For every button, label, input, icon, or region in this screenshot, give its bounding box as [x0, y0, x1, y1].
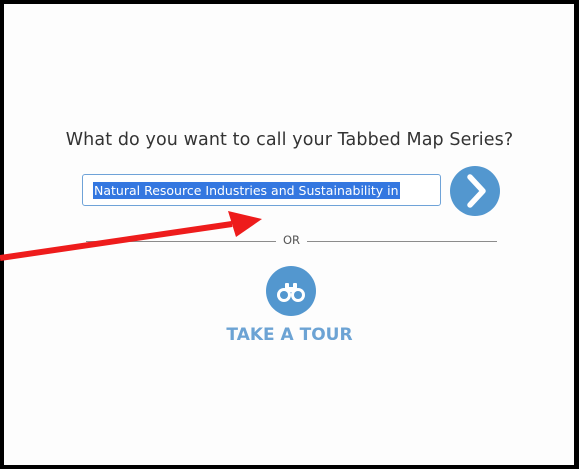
series-name-value[interactable]: Natural Resource Industries and Sustaina… [93, 182, 400, 199]
divider-line-left [86, 241, 276, 242]
or-divider-label: OR [282, 233, 301, 247]
chevron-right-icon [467, 174, 486, 208]
dialog-title: What do you want to call your Tabbed Map… [65, 130, 514, 150]
next-button[interactable] [450, 166, 500, 216]
tour-button[interactable] [266, 266, 316, 316]
take-a-tour-link[interactable]: TAKE A TOUR [0, 325, 579, 345]
binoculars-icon [277, 283, 305, 302]
divider-line-right [307, 241, 497, 242]
series-name-input[interactable]: Natural Resource Industries and Sustaina… [82, 174, 441, 206]
